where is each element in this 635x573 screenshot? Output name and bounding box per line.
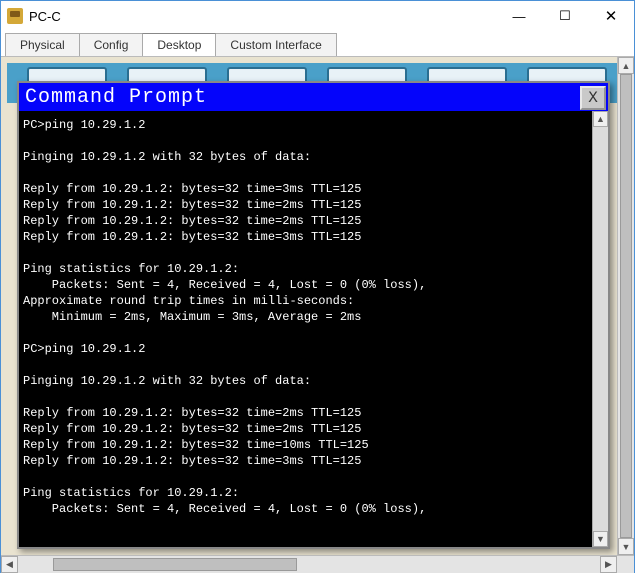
titlebar[interactable]: PC-C — ☐ ✕ <box>1 1 634 31</box>
window-title: PC-C <box>29 9 496 24</box>
scroll-up-icon[interactable]: ▲ <box>618 57 634 74</box>
window-vertical-scrollbar[interactable]: ▲ ▼ <box>617 57 634 555</box>
window-horizontal-scrollbar[interactable]: ◀ ▶ <box>1 555 634 572</box>
maximize-button[interactable]: ☐ <box>542 1 588 31</box>
app-icon <box>7 8 23 24</box>
close-button[interactable]: ✕ <box>588 1 634 31</box>
command-prompt-titlebar[interactable]: Command Prompt X <box>19 83 608 111</box>
app-window: PC-C — ☐ ✕ Physical Config Desktop Custo… <box>0 0 635 573</box>
desktop-workspace: Command Prompt X PC>ping 10.29.1.2 Pingi… <box>1 57 634 555</box>
scroll-track[interactable] <box>593 127 608 531</box>
scroll-left-icon[interactable]: ◀ <box>1 556 18 573</box>
scroll-thumb[interactable] <box>53 558 297 571</box>
tab-physical[interactable]: Physical <box>5 33 80 56</box>
command-prompt-output[interactable]: PC>ping 10.29.1.2 Pinging 10.29.1.2 with… <box>19 111 608 547</box>
scroll-track[interactable] <box>18 556 600 573</box>
scroll-corner <box>617 556 634 573</box>
scroll-right-icon[interactable]: ▶ <box>600 556 617 573</box>
tab-custom-interface[interactable]: Custom Interface <box>215 33 336 56</box>
scroll-track[interactable] <box>618 74 634 538</box>
command-prompt-title: Command Prompt <box>25 86 580 109</box>
tab-strip: Physical Config Desktop Custom Interface <box>1 31 634 57</box>
scroll-down-icon[interactable]: ▼ <box>618 538 634 555</box>
command-prompt-window: Command Prompt X PC>ping 10.29.1.2 Pingi… <box>17 81 610 549</box>
scroll-up-icon[interactable]: ▲ <box>593 111 608 127</box>
minimize-button[interactable]: — <box>496 1 542 31</box>
command-prompt-scrollbar[interactable]: ▲ ▼ <box>592 111 608 547</box>
scroll-thumb[interactable] <box>620 74 632 538</box>
scroll-down-icon[interactable]: ▼ <box>593 531 608 547</box>
tab-desktop[interactable]: Desktop <box>142 33 216 56</box>
command-prompt-close-button[interactable]: X <box>580 86 606 110</box>
tab-config[interactable]: Config <box>79 33 144 56</box>
